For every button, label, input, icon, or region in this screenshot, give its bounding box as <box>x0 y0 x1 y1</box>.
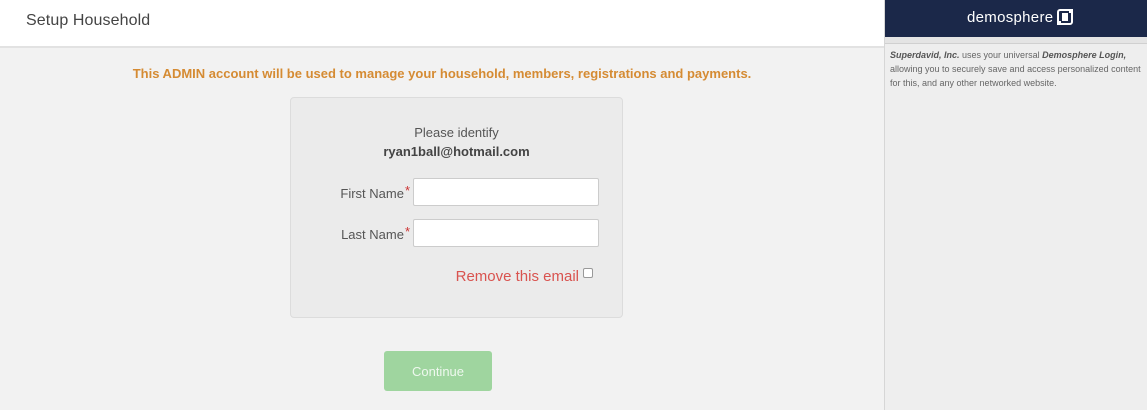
brand-logo: demosphere <box>967 8 1074 26</box>
identify-card: Please identify ryan1ball@hotmail.com Fi… <box>290 97 623 318</box>
brand-name: demosphere <box>967 8 1054 26</box>
identify-text: Please identify <box>414 125 499 140</box>
demosphere-logo-icon <box>1057 9 1074 25</box>
required-marker: * <box>404 224 410 239</box>
sidebar: demosphere Superdavid, Inc. uses your un… <box>884 0 1147 410</box>
last-name-input[interactable] <box>413 219 599 247</box>
brand-divider <box>885 37 1147 44</box>
first-name-label: First Name* <box>340 183 410 201</box>
page-title: Setup Household <box>26 12 151 29</box>
remove-email-row[interactable]: Remove this email <box>456 266 593 286</box>
page: Setup Household This ADMIN account will … <box>0 0 1147 410</box>
brand-bar: demosphere <box>885 0 1147 37</box>
product-name: Demosphere Login, <box>1042 50 1127 60</box>
page-header: Setup Household <box>0 0 884 48</box>
last-name-row: Last Name* <box>291 219 622 249</box>
continue-button[interactable]: Continue <box>384 351 492 391</box>
required-marker: * <box>404 183 410 198</box>
last-name-label: Last Name* <box>341 224 410 242</box>
first-name-row: First Name* <box>291 178 622 208</box>
login-description: Superdavid, Inc. uses your universal Dem… <box>890 50 1141 88</box>
main-content: Setup Household This ADMIN account will … <box>0 0 884 410</box>
remove-email-checkbox[interactable] <box>583 268 593 278</box>
identified-email: ryan1ball@hotmail.com <box>383 144 530 159</box>
first-name-input[interactable] <box>413 178 599 206</box>
remove-email-label[interactable]: Remove this email <box>456 268 579 285</box>
admin-notice: This ADMIN account will be used to manag… <box>132 66 752 81</box>
org-name: Superdavid, Inc. <box>890 50 960 60</box>
